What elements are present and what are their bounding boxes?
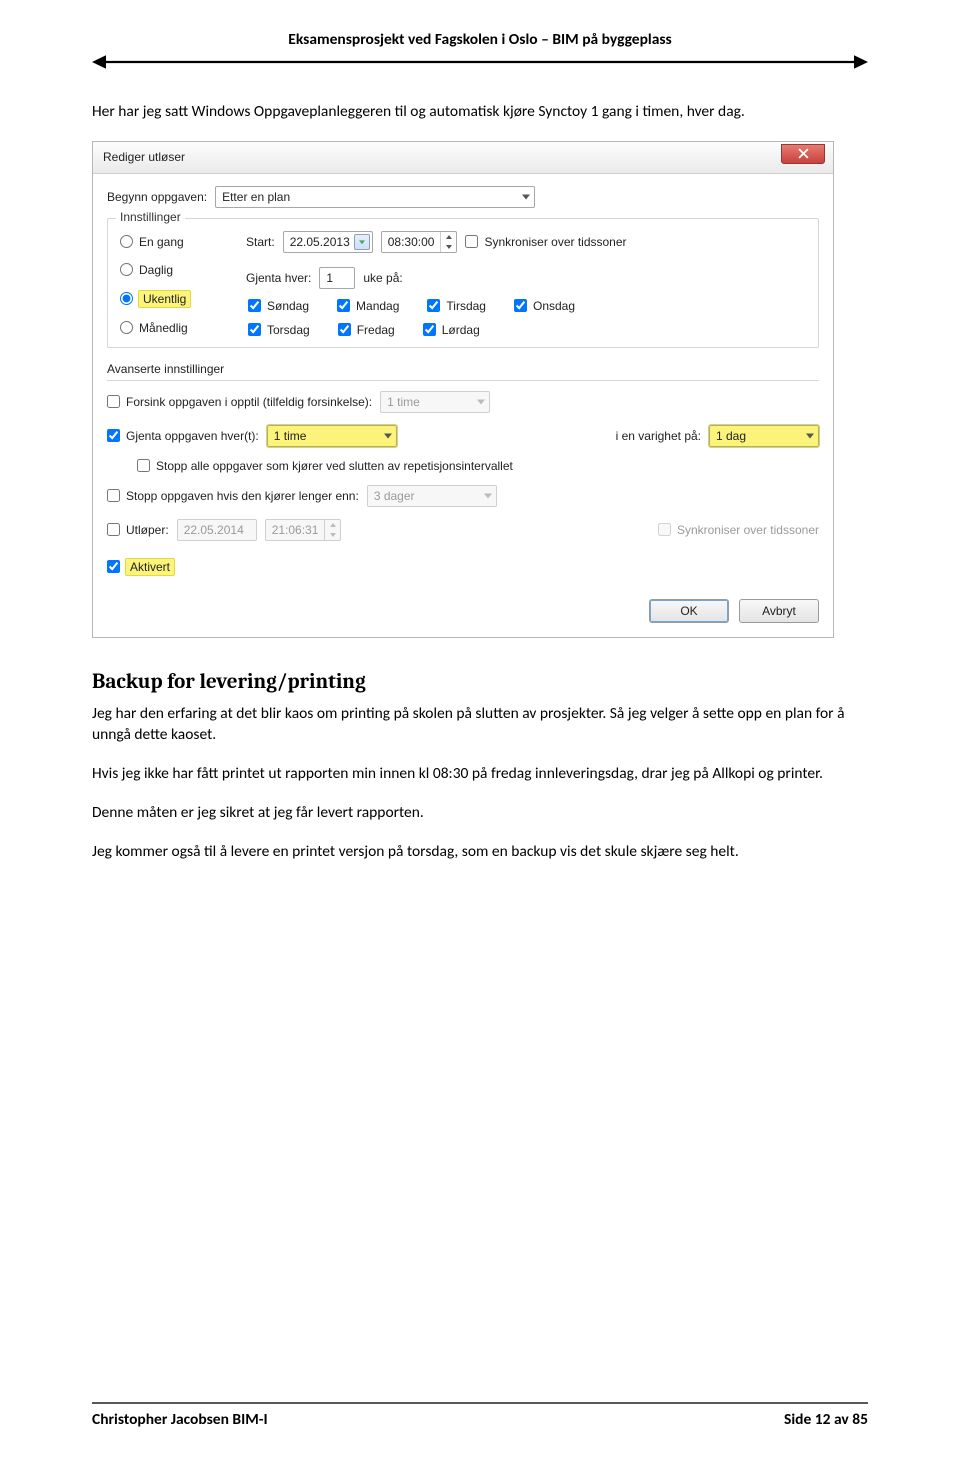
stop-if-value: 3 dager	[374, 489, 415, 503]
sync-timezones-label: Synkroniser over tidssoner	[484, 235, 626, 249]
radio-once-label: En gang	[139, 235, 184, 249]
radio-daily[interactable]: Daglig	[120, 263, 218, 277]
start-label: Start:	[246, 235, 275, 249]
delay-label: Forsink oppgaven i opptil (tilfeldig for…	[126, 395, 372, 409]
day-sun[interactable]: Søndag	[248, 299, 309, 313]
day-wed-label: Onsdag	[533, 299, 575, 313]
stop-all-label: Stopp alle oppgaver som kjører ved slutt…	[156, 459, 513, 473]
expire-date: 22.05.2014	[177, 519, 257, 541]
day-wed[interactable]: Onsdag	[514, 299, 575, 313]
day-mon[interactable]: Mandag	[337, 299, 399, 313]
para-2: Hvis jeg ikke har fått printet ut rappor…	[92, 764, 868, 785]
radio-once[interactable]: En gang	[120, 235, 218, 249]
repeat-every-input[interactable]: 1	[319, 267, 355, 289]
enabled-checkbox[interactable]: Aktivert	[107, 559, 174, 575]
start-time-spinner[interactable]: 08:30:00	[381, 231, 458, 253]
repeat-task-dropdown[interactable]: 1 time	[267, 425, 397, 447]
day-sat-label: Lørdag	[442, 323, 480, 337]
stop-if-dropdown: 3 dager	[367, 485, 497, 507]
cancel-button[interactable]: Avbryt	[739, 599, 819, 623]
footer-page-number: Side 12 av 85	[784, 1410, 868, 1429]
spinner-up-icon	[441, 232, 456, 242]
dialog-title: Rediger utløser	[103, 150, 185, 164]
chevron-down-icon	[806, 433, 814, 438]
radio-monthly[interactable]: Månedlig	[120, 321, 218, 335]
begin-task-value: Etter en plan	[222, 190, 290, 204]
start-time-value: 08:30:00	[382, 235, 441, 249]
footer-divider	[92, 1402, 868, 1404]
chevron-down-icon	[484, 493, 492, 498]
expire-date-value: 22.05.2014	[184, 523, 244, 537]
begin-task-dropdown[interactable]: Etter en plan	[215, 186, 535, 208]
dialog-window: Rediger utløser Begynn oppgaven: Etter e…	[92, 141, 834, 638]
close-icon	[798, 148, 809, 159]
repeat-every-suffix: uke på:	[363, 271, 402, 285]
delay-dropdown: 1 time	[380, 391, 490, 413]
repeat-task-value: 1 time	[274, 429, 307, 443]
footer-author: Christopher Jacobsen BIM-I	[92, 1410, 268, 1429]
settings-fieldset: Innstillinger En gang Daglig Ukentlig Må…	[107, 218, 819, 348]
chevron-down-icon	[384, 433, 392, 438]
spinner-down-icon	[325, 530, 340, 540]
section-heading: Backup for levering/printing	[92, 670, 868, 694]
day-mon-label: Mandag	[356, 299, 399, 313]
radio-monthly-label: Månedlig	[139, 321, 188, 335]
begin-task-label: Begynn oppgaven:	[107, 190, 207, 204]
stop-if-label: Stopp oppgaven hvis den kjører lenger en…	[126, 489, 359, 503]
day-tue[interactable]: Tirsdag	[427, 299, 486, 313]
expire-checkbox[interactable]: Utløper:	[107, 523, 169, 537]
duration-label: i en varighet på:	[616, 429, 701, 443]
start-date-value: 22.05.2013	[290, 235, 350, 249]
spinner-down-icon	[441, 242, 456, 252]
duration-dropdown[interactable]: 1 dag	[709, 425, 819, 447]
page-header-title: Eksamensprosjekt ved Fagskolen i Oslo – …	[92, 30, 868, 49]
day-fri[interactable]: Fredag	[338, 323, 395, 337]
enabled-label: Aktivert	[126, 559, 174, 575]
cancel-button-label: Avbryt	[762, 604, 796, 618]
dialog-titlebar: Rediger utløser	[93, 142, 833, 174]
repeat-every-label: Gjenta hver:	[246, 271, 311, 285]
chevron-down-icon	[522, 194, 530, 199]
header-arrow-divider	[92, 53, 868, 71]
chevron-down-icon	[477, 399, 485, 404]
day-sat[interactable]: Lørdag	[423, 323, 480, 337]
advanced-settings-title: Avanserte innstillinger	[107, 362, 819, 376]
expire-time-spinner: 21:06:31	[265, 519, 342, 541]
day-sun-label: Søndag	[267, 299, 309, 313]
para-1: Jeg har den erfaring at det blir kaos om…	[92, 704, 868, 746]
close-button[interactable]	[781, 144, 825, 164]
day-thu-label: Torsdag	[267, 323, 310, 337]
expire-sync-tz-label: Synkroniser over tidssoner	[677, 523, 819, 537]
expire-label: Utløper:	[126, 523, 169, 537]
settings-legend: Innstillinger	[116, 210, 185, 224]
stop-all-checkbox[interactable]: Stopp alle oppgaver som kjører ved slutt…	[137, 459, 513, 473]
repeat-every-value: 1	[326, 271, 333, 285]
sync-timezones-checkbox[interactable]: Synkroniser over tidssoner	[465, 235, 626, 249]
para-3: Denne måten er jeg sikret at jeg får lev…	[92, 803, 868, 824]
ok-button-label: OK	[680, 604, 697, 618]
repeat-task-checkbox[interactable]: Gjenta oppgaven hver(t):	[107, 429, 259, 443]
calendar-dropdown-icon	[354, 234, 370, 250]
day-tue-label: Tirsdag	[446, 299, 486, 313]
radio-weekly[interactable]: Ukentlig	[120, 291, 218, 307]
day-fri-label: Fredag	[357, 323, 395, 337]
para-4: Jeg kommer også til å levere en printet …	[92, 842, 868, 863]
stop-if-checkbox[interactable]: Stopp oppgaven hvis den kjører lenger en…	[107, 489, 359, 503]
repeat-task-label: Gjenta oppgaven hver(t):	[126, 429, 259, 443]
expire-time-value: 21:06:31	[266, 523, 325, 537]
ok-button[interactable]: OK	[649, 599, 729, 623]
page-footer: Christopher Jacobsen BIM-I Side 12 av 85	[92, 1402, 868, 1429]
day-thu[interactable]: Torsdag	[248, 323, 310, 337]
radio-daily-label: Daglig	[139, 263, 173, 277]
duration-value: 1 dag	[716, 429, 746, 443]
delay-value: 1 time	[387, 395, 420, 409]
start-date-picker[interactable]: 22.05.2013	[283, 231, 373, 253]
delay-checkbox[interactable]: Forsink oppgaven i opptil (tilfeldig for…	[107, 395, 372, 409]
spinner-up-icon	[325, 520, 340, 530]
expire-sync-tz-checkbox: Synkroniser over tidssoner	[658, 523, 819, 537]
radio-weekly-label: Ukentlig	[139, 291, 190, 307]
intro-paragraph: Her har jeg satt Windows Oppgaveplanlegg…	[92, 102, 868, 123]
divider	[107, 380, 819, 381]
